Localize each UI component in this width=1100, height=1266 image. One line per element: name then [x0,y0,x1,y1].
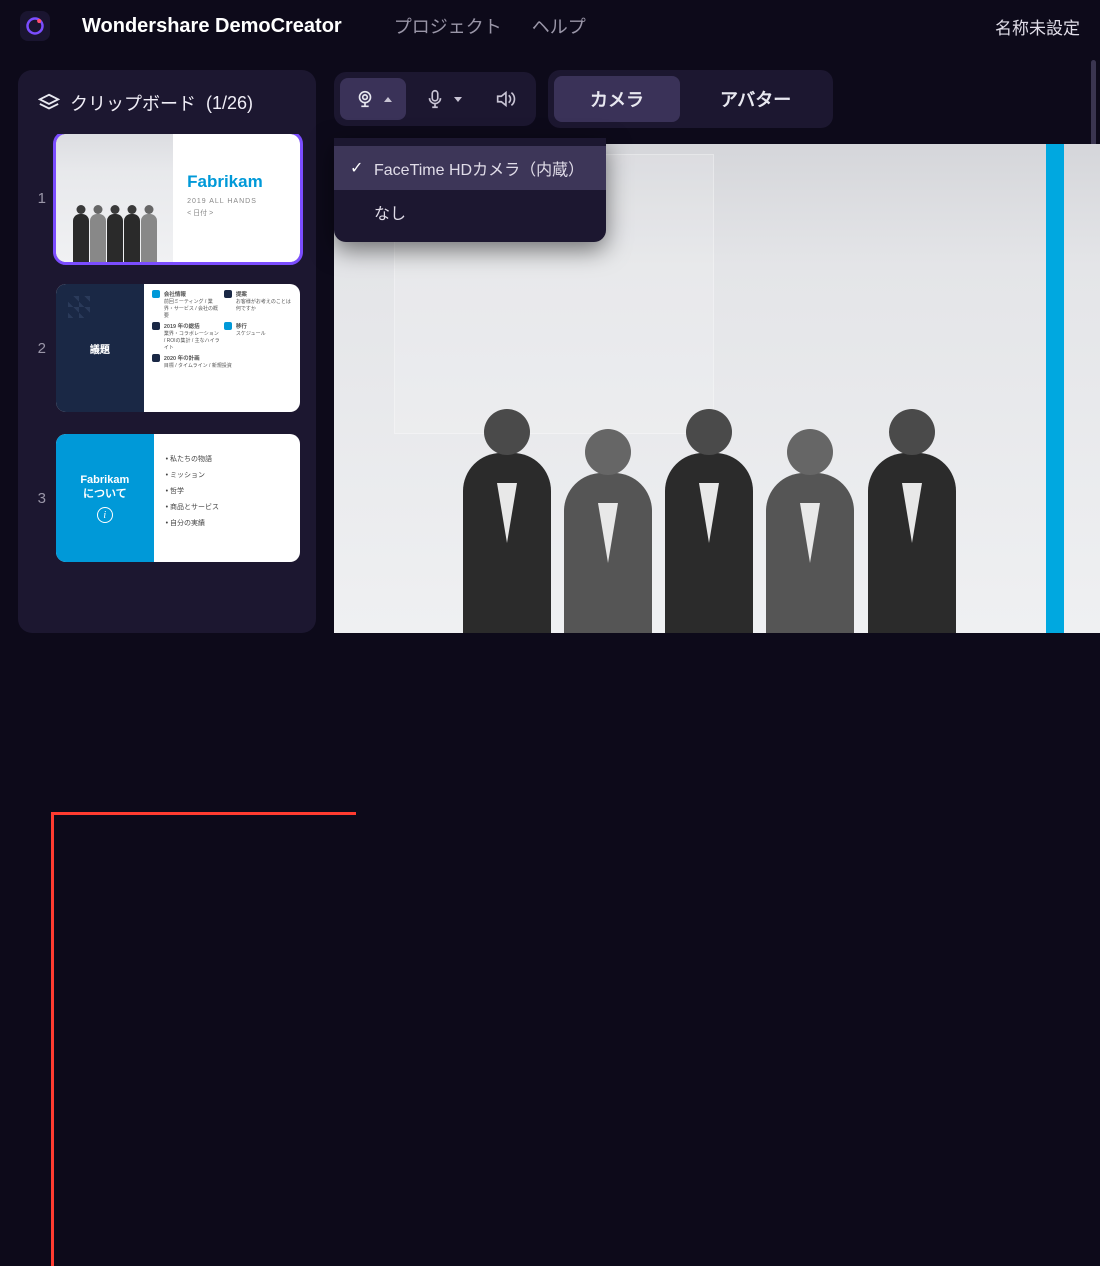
thumb-number: 1 [30,190,46,207]
microphone-icon [424,88,446,110]
info-icon: i [97,507,113,523]
top-toolbar: カメラ アバター [334,70,1100,128]
thumbnail-2[interactable]: 議題 会社情報前回ミーティング / 業界・サービス / 会社の概要提案お客様がお… [56,284,300,412]
thumb-number: 2 [30,340,46,357]
chevron-down-icon [454,97,462,102]
chevron-up-icon [384,97,392,102]
thumbnail-list: 1 Fabrikam 2019 ALL HANDS < 日付 > [30,134,304,562]
thumb-number: 3 [30,490,46,507]
webcam-icon [354,88,376,110]
menu-project[interactable]: プロジェクト [394,13,502,39]
thumb-row[interactable]: 3 Fabrikamについて i • 私たちの物語 • ミッション • 哲学 •… [30,434,300,562]
tab-avatar[interactable]: アバター [684,76,827,122]
thumb-row[interactable]: 2 議題 会社情報前回ミーティング / 業界・サービス / 会社の概要提案お客様… [30,284,300,412]
mode-tabs: カメラ アバター [548,70,833,128]
sidebar-header: クリップボード (1/26) [30,86,304,134]
sidebar-counter: (1/26) [206,93,253,114]
document-title: 名称未設定 [995,14,1080,39]
camera-device-button[interactable] [340,78,406,120]
layers-icon [38,92,60,114]
microphone-device-button[interactable] [410,78,476,120]
main-area: カメラ アバター ✓ FaceTime HDカメラ（内蔵） ✓ なし [334,70,1100,633]
slide1-company: Fabrikam [187,172,286,192]
title-bar: Wondershare DemoCreator プロジェクト ヘルプ 名称未設定 [0,0,1100,52]
tab-camera[interactable]: カメラ [554,76,680,122]
dropdown-label: FaceTime HDカメラ（内蔵） [374,156,584,180]
thumbnail-1[interactable]: Fabrikam 2019 ALL HANDS < 日付 > [56,134,300,262]
app-title: Wondershare DemoCreator [82,15,342,38]
dropdown-option-none[interactable]: ✓ なし [334,190,606,234]
thumb-row[interactable]: 1 Fabrikam 2019 ALL HANDS < 日付 > [30,134,300,262]
check-icon: ✓ [350,158,364,178]
sidebar: クリップボード (1/26) 1 Fabrikam 2019 ALL HANDS [18,70,316,633]
slide1-subtitle: 2019 ALL HANDS [187,198,286,205]
slide1-date: < 日付 > [187,208,286,218]
camera-dropdown: ✓ FaceTime HDカメラ（内蔵） ✓ なし [334,138,606,242]
app-logo [20,11,50,41]
speaker-device-button[interactable] [480,78,530,120]
speaker-icon [494,88,516,110]
dropdown-label: なし [374,200,406,224]
sidebar-title: クリップボード [70,90,196,116]
slide2-title: 議題 [90,341,110,356]
device-controls [334,72,536,126]
menu-help[interactable]: ヘルプ [532,13,586,39]
dropdown-option-facetime[interactable]: ✓ FaceTime HDカメラ（内蔵） [334,146,606,190]
menu-bar: プロジェクト ヘルプ [394,13,586,39]
thumbnail-3[interactable]: Fabrikamについて i • 私たちの物語 • ミッション • 哲学 • 商… [56,434,300,562]
